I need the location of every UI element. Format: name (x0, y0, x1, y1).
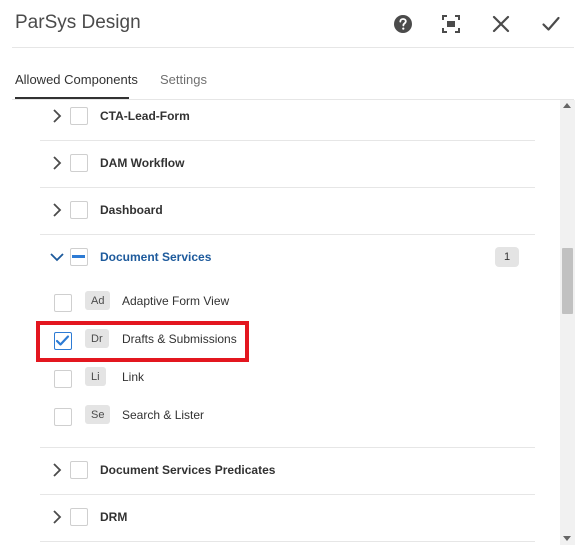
component-abbr-badge: Ad (85, 291, 111, 310)
group-checkbox[interactable] (70, 508, 88, 526)
check-icon (542, 16, 560, 31)
chevron-right-icon[interactable] (50, 203, 64, 217)
header-divider (12, 47, 574, 48)
group-row-document-services[interactable]: Document Services 1 (40, 235, 535, 282)
dialog-title: ParSys Design (15, 12, 141, 33)
close-icon (492, 15, 510, 33)
group-row-document-services-predicates[interactable]: Document Services Predicates (40, 448, 535, 495)
group-label: Dashboard (100, 203, 163, 217)
group-label: Document Services (100, 250, 212, 264)
component-checkbox[interactable] (54, 294, 72, 312)
component-label: Link (122, 370, 145, 384)
chevron-right-icon[interactable] (50, 510, 64, 524)
group-checkbox[interactable] (70, 461, 88, 479)
group-label: DAM Workflow (100, 156, 185, 170)
component-abbr-badge: Dr (85, 329, 109, 348)
component-label: Adaptive Form View (122, 294, 230, 308)
scroll-thumb[interactable] (562, 248, 573, 314)
dialog-header: ParSys Design (0, 0, 586, 48)
group-checkbox[interactable] (70, 201, 88, 219)
group-checkbox[interactable] (70, 107, 88, 125)
help-icon (394, 15, 412, 33)
group-row-dam-workflow[interactable]: DAM Workflow (40, 141, 535, 188)
component-row-search-lister[interactable]: Se Search & Lister (40, 398, 535, 448)
component-checkbox[interactable] (54, 408, 72, 426)
fullscreen-button[interactable] (439, 12, 463, 36)
scroll-up-arrow-icon[interactable] (563, 103, 571, 108)
tab-settings[interactable]: Settings (160, 72, 207, 87)
chevron-right-icon[interactable] (50, 156, 64, 170)
component-row-adaptive-form-view[interactable]: Ad Adaptive Form View (40, 284, 535, 322)
done-button[interactable] (539, 12, 563, 36)
group-checkbox[interactable] (70, 154, 88, 172)
component-label: Drafts & Submissions (122, 332, 237, 346)
component-label: Search & Lister (122, 408, 205, 422)
chevron-right-icon[interactable] (50, 109, 64, 123)
group-label: CTA-Lead-Form (100, 109, 190, 123)
chevron-right-icon[interactable] (50, 463, 64, 477)
tab-allowed-components[interactable]: Allowed Components (15, 72, 138, 87)
group-label: DRM (100, 510, 128, 524)
component-abbr-badge: Li (85, 367, 106, 386)
indeterminate-icon (72, 255, 85, 258)
scrollbar[interactable] (560, 100, 575, 545)
scroll-down-arrow-icon[interactable] (563, 536, 571, 541)
checkmark-icon (55, 335, 70, 346)
component-checkbox-checked[interactable] (54, 332, 72, 350)
component-abbr-badge: Se (85, 405, 111, 424)
group-row-cta-lead-form[interactable]: CTA-Lead-Form (40, 100, 535, 141)
help-button[interactable] (391, 12, 415, 36)
fullscreen-icon (442, 15, 460, 33)
selected-count-badge: 1 (495, 247, 519, 267)
chevron-down-icon[interactable] (50, 250, 64, 264)
component-row-drafts-submissions[interactable]: Dr Drafts & Submissions (40, 322, 535, 360)
group-label: Document Services Predicates (100, 463, 276, 477)
component-tree: CTA-Lead-Form DAM Workflow Dashboard Doc… (0, 100, 560, 545)
group-row-dashboard[interactable]: Dashboard (40, 188, 535, 235)
group-checkbox-indeterminate[interactable] (70, 248, 88, 266)
close-button[interactable] (489, 12, 513, 36)
component-row-link[interactable]: Li Link (40, 360, 535, 398)
component-checkbox[interactable] (54, 370, 72, 388)
group-row-drm[interactable]: DRM (40, 495, 535, 542)
